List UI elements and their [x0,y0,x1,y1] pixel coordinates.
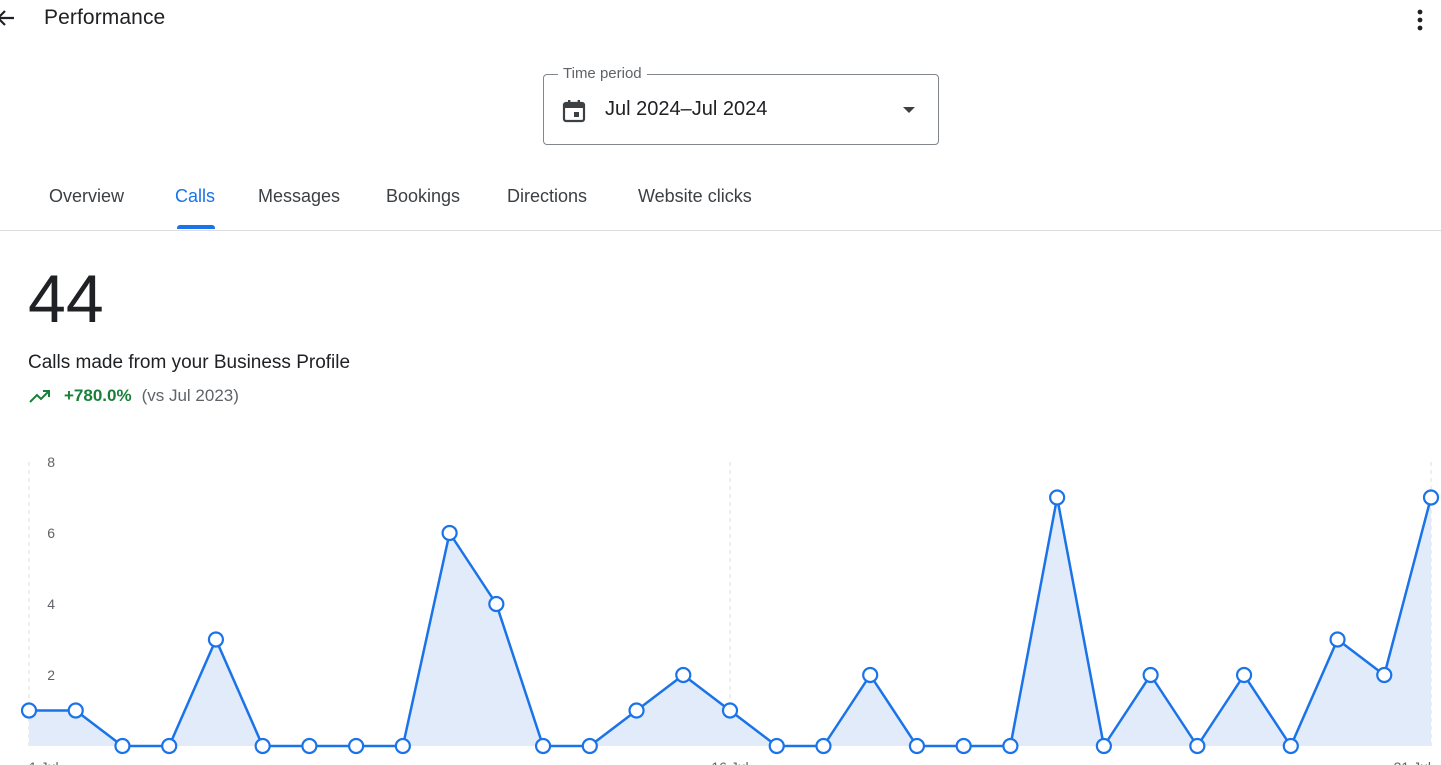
data-point [394,737,411,755]
y-tick-label: 8 [47,454,55,470]
data-point [721,702,739,719]
calls-chart-svg: 2 4 6 8 1 Jul 16 Jul 31 Jul [20,454,1440,765]
data-point [254,737,271,755]
data-point [768,737,785,755]
tab-bar: Overview Calls Messages Bookings Directi… [0,170,1441,231]
y-tick-label: 4 [47,596,55,612]
data-point [1049,489,1066,506]
data-point [301,737,318,755]
trend-row: +780.0% (vs Jul 2023) [28,386,239,406]
page-title: Performance [44,6,166,29]
data-point [1422,489,1440,506]
back-button[interactable] [0,4,20,32]
data-point [488,595,505,613]
arrow-back-icon [0,10,14,26]
time-period-label: Time period [558,65,647,82]
trending-up-icon [29,390,50,403]
performance-page: Performance Time period Jul 2024–Jul 202… [0,0,1441,765]
more-vert-icon [1417,9,1423,31]
data-point [628,702,645,719]
data-point [161,737,178,755]
tab-bookings[interactable]: Bookings [386,186,460,207]
trend-percentage: +780.0% [64,386,132,405]
data-point [441,524,458,542]
data-point [862,666,879,684]
data-point [908,737,926,755]
x-tick-label: 1 Jul [29,759,59,765]
data-point [348,737,365,755]
data-point [207,631,225,648]
data-point [1376,666,1393,684]
x-tick-label: 31 Jul [1394,759,1431,765]
tab-directions[interactable]: Directions [507,186,587,207]
data-point [581,737,598,755]
y-tick-label: 6 [47,525,55,541]
data-point [20,702,38,719]
data-point [114,737,131,755]
data-point [1329,631,1346,648]
data-point [1142,666,1159,684]
calls-chart: 2 4 6 8 1 Jul 16 Jul 31 Jul [0,440,1441,765]
data-point [815,737,832,755]
data-point [1095,737,1112,755]
data-point [955,737,972,755]
tab-messages[interactable]: Messages [258,186,340,207]
x-tick-label: 16 Jul [711,759,748,765]
active-tab-indicator [177,225,215,229]
y-tick-label: 2 [47,667,55,683]
data-point [67,702,84,719]
more-options-button[interactable] [1405,4,1435,34]
data-point [1189,737,1206,755]
tab-website-clicks[interactable]: Website clicks [638,186,752,207]
calendar-icon [562,100,586,123]
data-point [1282,737,1299,755]
arrow-drop-down-icon [903,107,915,113]
metric-total-value: 44 [28,261,104,337]
metric-caption: Calls made from your Business Profile [28,352,351,373]
data-point [534,737,552,755]
time-period-select[interactable]: Time period Jul 2024–Jul 2024 [543,65,939,145]
data-point [675,666,692,684]
data-point [1235,666,1253,684]
data-point [1002,737,1019,755]
tab-overview[interactable]: Overview [49,186,124,207]
time-period-value: Jul 2024–Jul 2024 [605,98,768,120]
tab-calls[interactable]: Calls [175,186,215,207]
trend-comparison: (vs Jul 2023) [141,386,239,405]
